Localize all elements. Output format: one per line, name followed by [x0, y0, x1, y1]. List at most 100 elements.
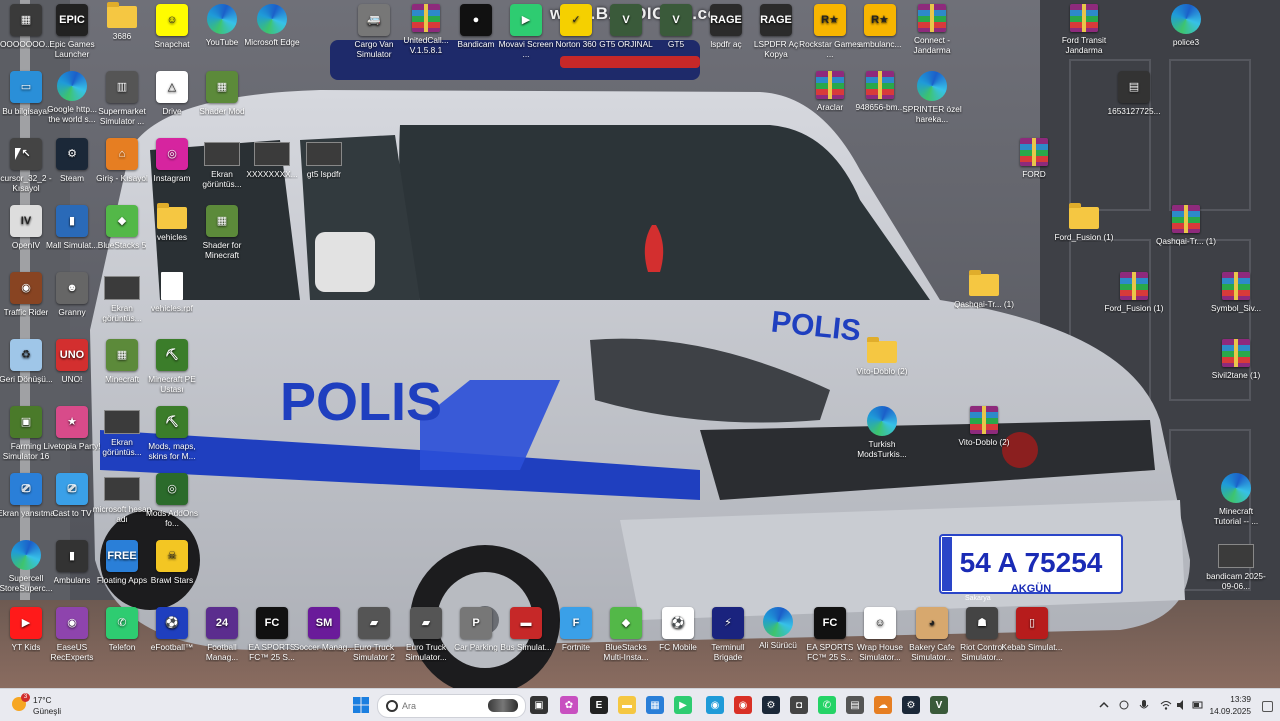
desktop-icon-label: Qashqai-Tr... (1) [953, 299, 1015, 309]
uno-icon: UNO [56, 339, 88, 371]
copilot-icon[interactable]: ✿ [560, 696, 578, 714]
eafc-icon: FC [256, 607, 288, 639]
gt5-icon: V [660, 4, 692, 36]
desktop-icon[interactable]: ◎ Mods AddOns fo... [141, 469, 203, 533]
eafc-icon: FC [814, 607, 846, 639]
whatsapp-icon[interactable]: ✆ [818, 696, 836, 714]
game-icon: ▣ [10, 406, 42, 438]
easeus-icon: ◉ [56, 607, 88, 639]
desktop-icon[interactable]: Turkish ModsTurkis... [851, 402, 913, 466]
battery-icon[interactable] [1192, 699, 1204, 711]
desktop-icon[interactable]: police3 [1155, 0, 1217, 64]
steam-icon-2[interactable]: ⚙ [902, 696, 920, 714]
desktop-icon[interactable]: ⛏ Minecraft PE Ustası [141, 335, 203, 399]
desktop-icon[interactable]: ⛏ Mods, maps, skins for M... [141, 402, 203, 466]
desktop-icon[interactable]: Ford_Fusion (1) [1053, 201, 1115, 265]
desktop-icon-label: Telefon [108, 642, 136, 652]
desktop-icon[interactable]: SPRINTER özel hareka... [901, 67, 963, 131]
openiv-icon[interactable]: ▤ [846, 696, 864, 714]
desktop-icon[interactable]: ▯ Kebab Simulat... [1001, 603, 1063, 667]
volume-icon[interactable] [1176, 699, 1188, 711]
desktop-icon[interactable]: Connect - Jandarma [901, 0, 963, 64]
desktop-icon[interactable]: ▦ Shader Mod [191, 67, 253, 131]
brawl-stars-icon: ☠ [156, 540, 188, 572]
mouse-cursor [15, 148, 21, 160]
cast-icon: ⎚ [10, 473, 42, 505]
desktop-icon-label: YouTube [205, 37, 239, 47]
edge-icon [257, 4, 287, 34]
desktop-icon-label: Ford_Fusion (1) [1054, 232, 1114, 242]
desktop-icon[interactable]: Vito-Doblo (2) [953, 402, 1015, 466]
steam-icon[interactable]: ⚙ [762, 696, 780, 714]
notification-icon[interactable] [1262, 701, 1273, 712]
edge-icon[interactable]: ◉ [706, 696, 724, 714]
weather-widget[interactable]: 3 17°C Güneşli [12, 693, 82, 717]
system-tray [1090, 689, 1280, 721]
desktop-icon[interactable]: ☠ Brawl Stars [141, 536, 203, 600]
wifi-icon[interactable] [1160, 699, 1172, 711]
desktop-icon[interactable]: ▤ 1653127725... [1103, 67, 1165, 131]
file-explorer-icon[interactable]: ▬ [618, 696, 636, 714]
desktop-icon-label: Shader for Minecraft [202, 240, 242, 260]
folder-icon [969, 270, 999, 296]
taskbar: 3 17°C Güneşli ▣ ✿ E ▬ ▦ ▶ ◉ ◉ ⚙ ◘ ✆ ▤ ☁ ⚙ V 13:39 14.… [0, 688, 1280, 721]
desktop-icon[interactable]: Microsoft Edge [241, 0, 303, 64]
folder-icon [1069, 203, 1099, 229]
epic-games-icon[interactable]: E [590, 696, 608, 714]
game-icon: 🚐 [358, 4, 390, 36]
desktop-icon-label: 1653127725... [1107, 106, 1161, 116]
desktop-icon-label: Connect - Jandarma [913, 35, 951, 55]
game-icon: ☗ [966, 607, 998, 639]
microphone-icon[interactable] [1138, 699, 1150, 711]
desktop-icon[interactable]: Ford_Fusion (1) [1103, 268, 1165, 332]
desktop-icon[interactable]: vehicles.rpf [141, 268, 203, 332]
desktop-icon[interactable]: Sivil2tane (1) [1205, 335, 1267, 399]
chrome-icon[interactable]: ◉ [734, 696, 752, 714]
weather-badge: 3 [21, 693, 30, 702]
store-icon[interactable]: ▦ [646, 696, 664, 714]
onedrive-icon[interactable]: ☁ [874, 696, 892, 714]
desktop-icon[interactable]: ▦ Shader for Minecraft [191, 201, 253, 265]
rar-icon [1070, 4, 1098, 32]
screenshot-icon [1218, 544, 1254, 568]
desktop-icon[interactable]: Qashqai-Tr... (1) [953, 268, 1015, 332]
gt5-icon[interactable]: V [930, 696, 948, 714]
desktop-icon[interactable]: gt5 lspdfr [293, 134, 355, 198]
rar-icon [1020, 138, 1048, 166]
search-input[interactable] [400, 698, 476, 714]
desktop-icon[interactable]: Minecraft Tutorial -- ... [1205, 469, 1267, 533]
recycle-bin-icon: ♻ [10, 339, 42, 371]
desktop-icon[interactable]: RAGE LSPDFR Aç Kopya [745, 0, 807, 64]
openiv-icon: IV [10, 205, 42, 237]
desktop-icon-label: Qashqai-Tr... (1) [1155, 236, 1217, 246]
clock[interactable]: 13:39 14.09.2025 [1207, 693, 1251, 717]
folder-icon [867, 337, 897, 363]
camera-icon[interactable]: ◘ [790, 696, 808, 714]
desktop-icon-label: Turkish ModsTurkis... [857, 439, 907, 459]
weather-temperature: 17°C [33, 695, 52, 705]
desktop-icon-label: Minecraft Tutorial -- ... [1213, 506, 1259, 526]
desktop-icon[interactable]: bandicam 2025-09-06... [1205, 536, 1267, 600]
desktop-icon-label: Shader Mod [199, 106, 245, 116]
desktop-icon-label: FC Mobile [659, 642, 697, 652]
task-view-icon[interactable]: ▣ [530, 696, 548, 714]
snapchat-icon: ☺ [156, 4, 188, 36]
desktop-icon[interactable]: FORD [1003, 134, 1065, 198]
taskbar-search[interactable] [377, 694, 526, 718]
screenshot-icon [104, 410, 140, 434]
network-icon[interactable] [1118, 699, 1130, 711]
desktop-icon-label: vehicles [157, 232, 187, 242]
desktop-icon-label: gt5 lspdfr [306, 169, 342, 179]
start-button[interactable] [352, 696, 370, 714]
desktop-icon[interactable]: Qashqai-Tr... (1) [1155, 201, 1217, 265]
chevron-up-icon[interactable] [1098, 699, 1110, 711]
movavi-icon[interactable]: ▶ [674, 696, 692, 714]
desktop-icon[interactable]: Ford Transit Jandarma [1053, 0, 1115, 64]
game-icon: P [460, 607, 492, 639]
desktop-icon-label: vehicles.rpf [151, 303, 193, 313]
desktop-icon[interactable]: Vito-Doblo (2) [851, 335, 913, 399]
rar-icon [866, 71, 894, 99]
search-highlight-image [488, 699, 518, 712]
desktop-icon-label: Norton 360 [555, 39, 597, 49]
desktop-icon[interactable]: Symbol_Siv... [1205, 268, 1267, 332]
